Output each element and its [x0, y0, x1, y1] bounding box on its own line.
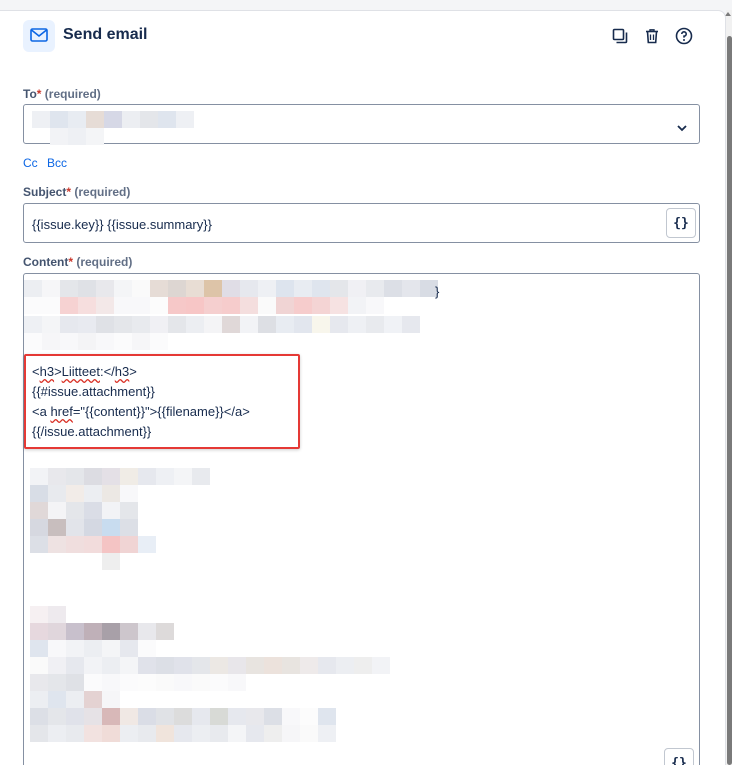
- scrollbar-thumb[interactable]: [727, 36, 732, 765]
- content-textarea[interactable]: } <h3>Liitteet:</h3> {{#issue.attachment…: [23, 273, 700, 765]
- code-token-spellcheck: Liitteet: [61, 364, 100, 379]
- redacted-recipient-row2: [50, 128, 104, 145]
- required-star: *: [36, 87, 42, 101]
- template-code: <h3>Liitteet:</h3> {{#issue.attachment}}…: [32, 362, 250, 442]
- content-label-text: Content: [23, 255, 69, 269]
- scroll-up-arrow-icon[interactable]: [725, 12, 731, 16]
- code-token: <a: [32, 404, 51, 419]
- redacted-recipient: [32, 111, 194, 128]
- trash-icon[interactable]: [641, 25, 663, 47]
- closing-brace: }: [435, 284, 440, 299]
- code-token-spellcheck: h3: [114, 364, 130, 379]
- redacted-content: [30, 502, 138, 519]
- required-hint: (required): [76, 255, 133, 269]
- code-token: ="{{content}}">{{filename}}</a>: [72, 404, 250, 419]
- smart-value-button[interactable]: {}: [664, 748, 694, 765]
- redacted-content: [30, 606, 66, 623]
- required-hint: (required): [74, 185, 131, 199]
- cc-bcc-links: Cc Bcc: [23, 156, 73, 170]
- redacted-content: [30, 623, 174, 640]
- bcc-link[interactable]: Bcc: [47, 156, 67, 170]
- code-line-h3: <h3>Liitteet:</h3>: [32, 362, 250, 382]
- chevron-down-icon[interactable]: [677, 119, 687, 137]
- redacted-content: [30, 674, 246, 691]
- to-recipient-select[interactable]: [23, 104, 700, 145]
- redacted-content: [24, 316, 420, 333]
- panel-header: Send email: [23, 20, 703, 54]
- required-star: *: [66, 185, 72, 199]
- redacted-content: [24, 280, 438, 297]
- code-token: >: [54, 364, 62, 379]
- redacted-content: [24, 297, 384, 314]
- code-token: :</: [99, 364, 115, 379]
- redacted-content: [30, 657, 390, 674]
- page-title: Send email: [63, 26, 148, 43]
- code-line-anchor: <a href="{{content}}">{{filename}}</a>: [32, 402, 250, 422]
- code-line-loop-end: {{/issue.attachment}}: [32, 424, 152, 439]
- code-token-spellcheck: href: [50, 404, 73, 419]
- code-token-spellcheck: h3: [39, 364, 55, 379]
- redacted-content: [30, 519, 138, 536]
- cc-link[interactable]: Cc: [23, 156, 38, 170]
- redacted-content: [30, 485, 138, 502]
- subject-label-text: Subject: [23, 185, 67, 199]
- redacted-content: [30, 468, 210, 485]
- to-label: To* (required): [23, 87, 101, 101]
- envelope-icon: [23, 20, 55, 52]
- content-label: Content* (required): [23, 255, 132, 269]
- required-hint: (required): [44, 87, 101, 101]
- subject-label: Subject* (required): [23, 185, 130, 199]
- subject-value: {{issue.key}} {{issue.summary}}: [32, 217, 212, 232]
- redacted-content: [24, 333, 168, 350]
- redacted-content: [30, 708, 336, 725]
- help-icon[interactable]: [673, 25, 695, 47]
- redacted-content: [30, 640, 156, 657]
- redacted-content: [30, 536, 156, 553]
- to-label-text: To: [23, 87, 37, 101]
- subject-input[interactable]: {{issue.key}} {{issue.summary}} {}: [23, 203, 700, 243]
- required-star: *: [68, 255, 73, 269]
- duplicate-icon[interactable]: [609, 25, 631, 47]
- code-token: >: [129, 364, 137, 379]
- redacted-content: [102, 553, 120, 570]
- redacted-content: [30, 725, 336, 742]
- smart-value-button[interactable]: {}: [666, 208, 696, 238]
- redacted-content: [30, 691, 120, 708]
- code-line-loop-start: {{#issue.attachment}}: [32, 384, 155, 399]
- code-token: <: [32, 364, 40, 379]
